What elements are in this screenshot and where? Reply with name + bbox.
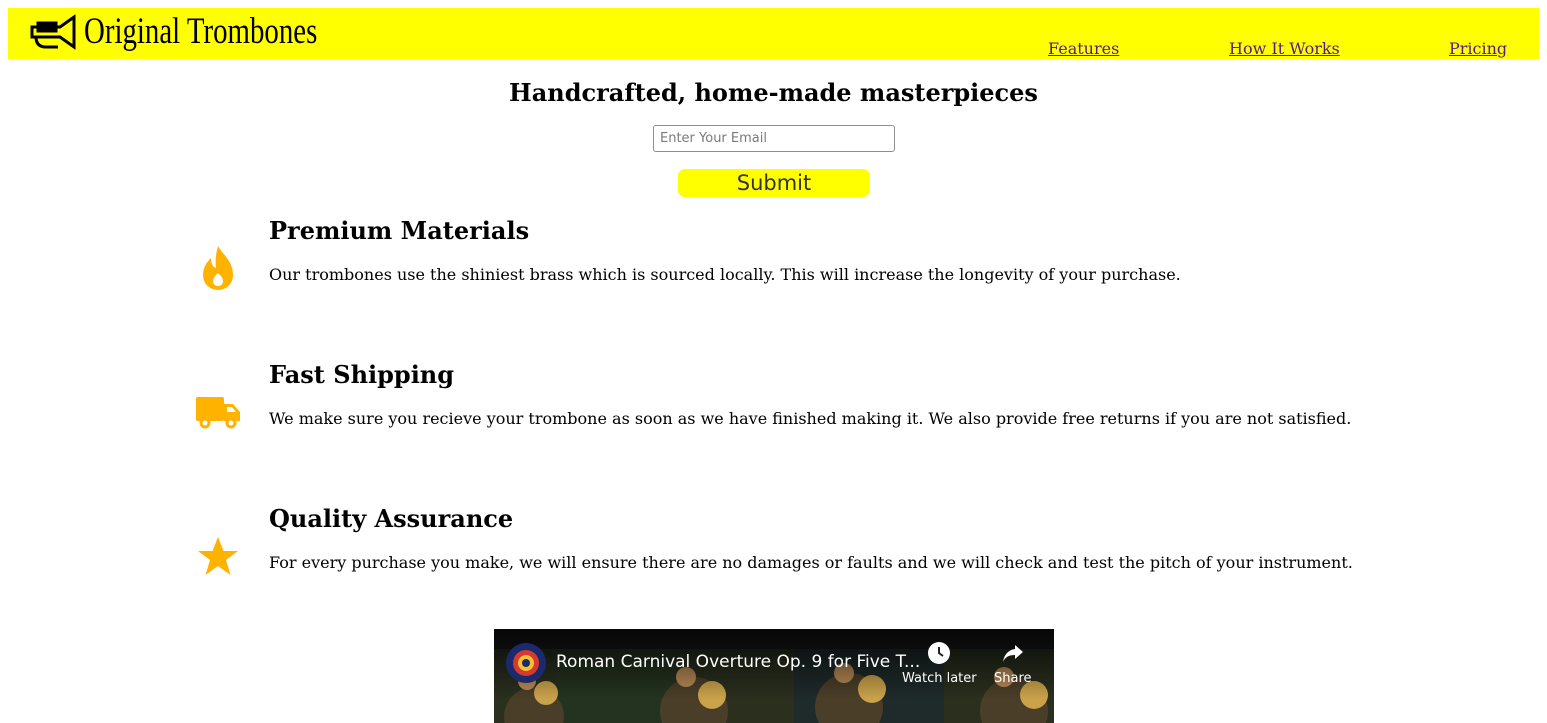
feature-title-fast-shipping: Fast Shipping: [269, 360, 455, 389]
watch-later-label: Watch later: [902, 671, 977, 686]
site-header: Original Trombones Features How It Works…: [8, 8, 1539, 59]
nav-link-pricing[interactable]: Pricing: [1449, 39, 1507, 59]
channel-avatar[interactable]: [506, 643, 546, 683]
feature-description-premium-materials: Our trombones use the shiniest brass whi…: [269, 265, 1181, 284]
fire-icon: [203, 246, 233, 290]
nav-link-features[interactable]: Features: [1048, 39, 1119, 59]
hero-title: Handcrafted, home-made masterpieces: [509, 78, 1038, 107]
feature-title-quality-assurance: Quality Assurance: [269, 504, 514, 533]
brand-name[interactable]: Original Trombones: [84, 10, 317, 54]
trumpet-icon[interactable]: [30, 13, 76, 53]
star-icon: [198, 537, 238, 575]
share-button[interactable]: Share: [994, 641, 1032, 686]
video-embed[interactable]: Roman Carnival Overture Op. 9 for Five T…: [494, 629, 1054, 723]
share-icon: [1002, 645, 1023, 662]
clock-icon: [928, 642, 951, 664]
feature-description-fast-shipping: We make sure you recieve your trombone a…: [269, 409, 1352, 428]
feature-title-premium-materials: Premium Materials: [269, 216, 530, 245]
nav-link-how-it-works[interactable]: How It Works: [1229, 39, 1340, 59]
email-input[interactable]: [653, 125, 895, 152]
share-label: Share: [994, 671, 1032, 686]
submit-button[interactable]: Submit: [678, 169, 870, 197]
video-title[interactable]: Roman Carnival Overture Op. 9 for Five T…: [556, 651, 920, 673]
watch-later-button[interactable]: Watch later: [902, 641, 977, 686]
feature-description-quality-assurance: For every purchase you make, we will ens…: [269, 553, 1353, 572]
truck-icon: [196, 397, 240, 429]
